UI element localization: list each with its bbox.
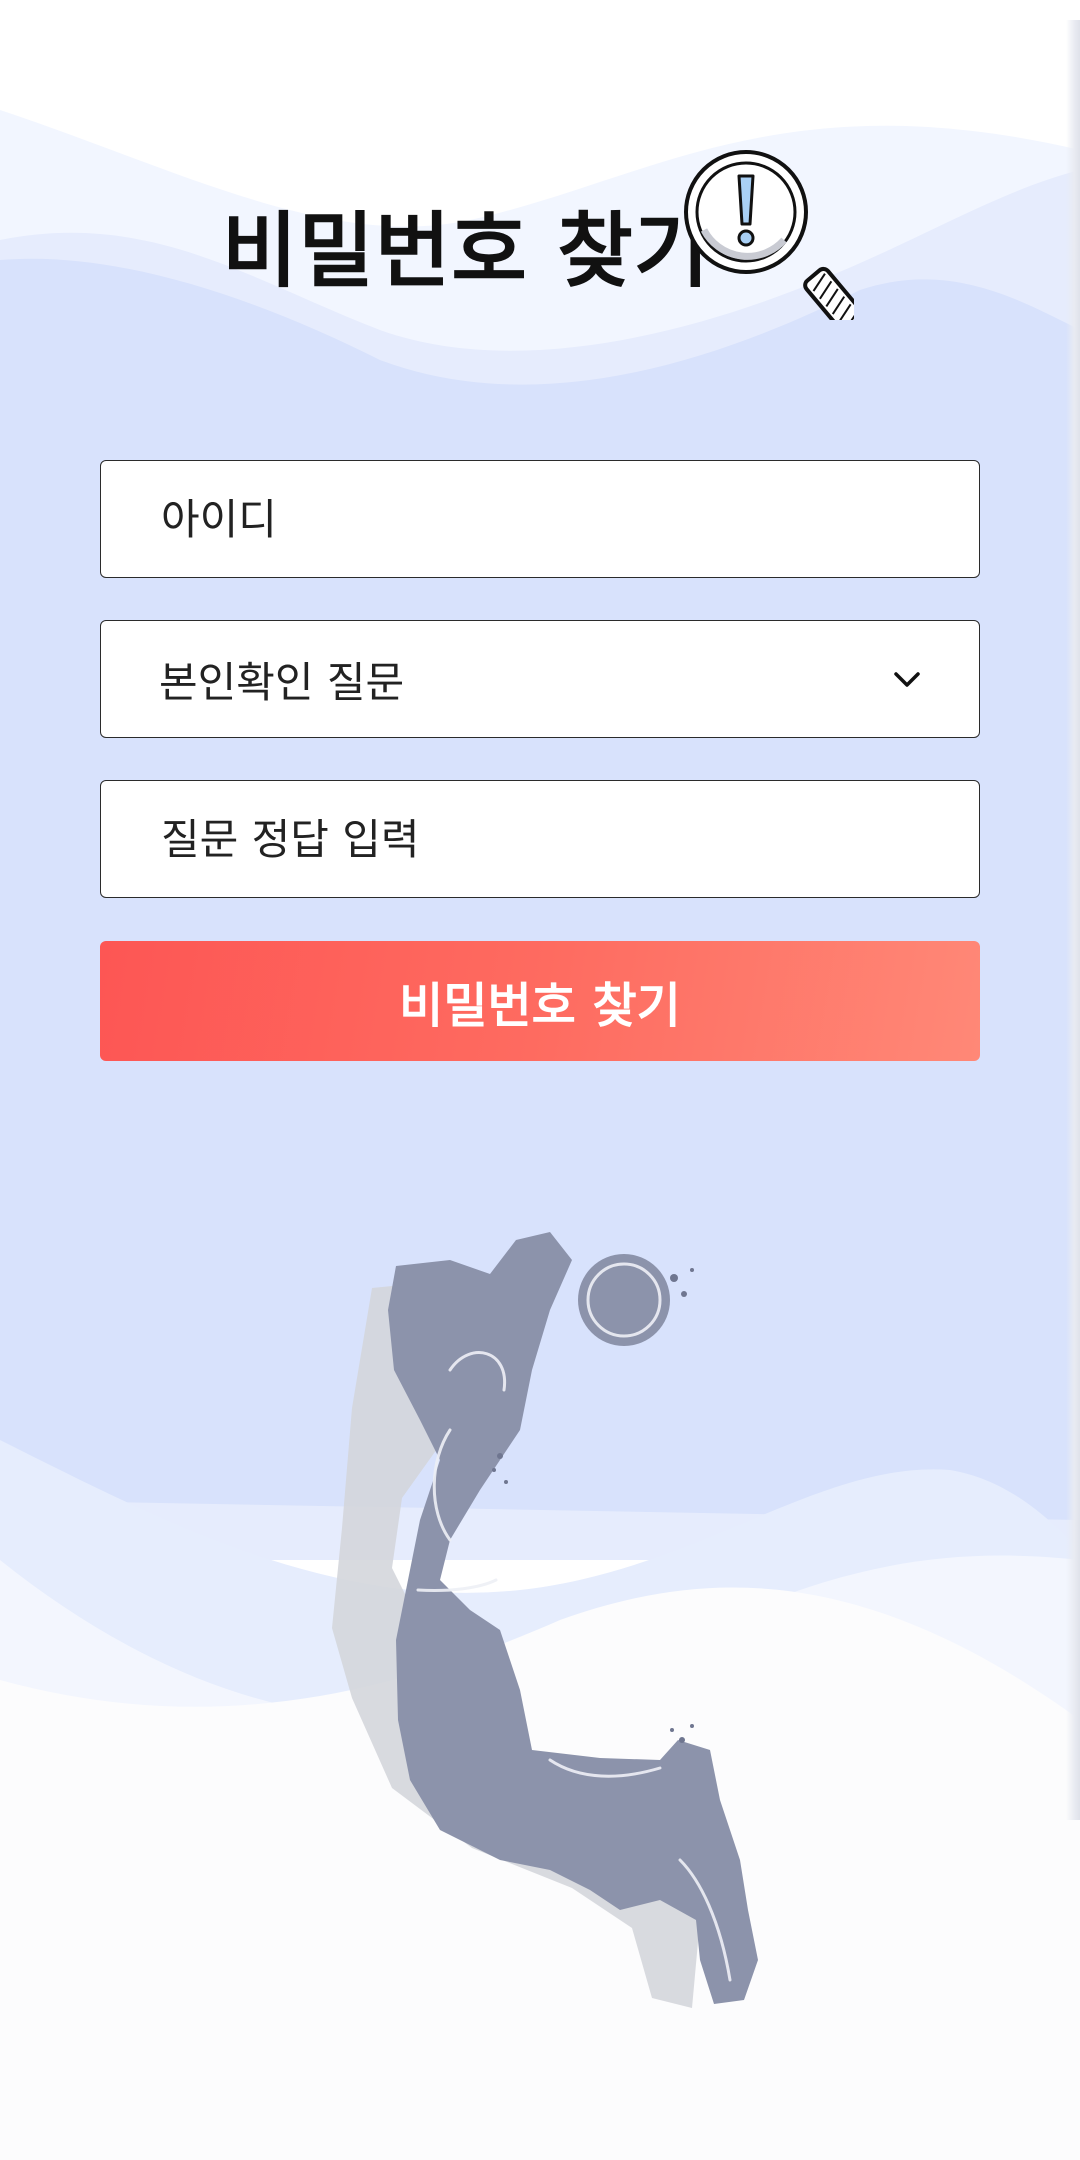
find-password-button[interactable]: 비밀번호 찾기	[100, 941, 980, 1061]
basketball-player-illustration	[332, 1232, 758, 2008]
answer-input[interactable]	[159, 813, 939, 865]
page-title: 비밀번호 찾기	[222, 204, 711, 299]
security-question-label: 본인확인 질문	[159, 657, 405, 707]
answer-field[interactable]	[100, 780, 980, 898]
scrollbar-edge	[1066, 20, 1080, 1820]
magnifier-exclamation-icon	[684, 150, 854, 320]
title-row: 비밀번호 찾기	[222, 150, 862, 320]
chevron-down-icon	[894, 672, 920, 687]
id-field[interactable]	[100, 460, 980, 578]
id-input[interactable]	[159, 493, 939, 545]
find-password-button-label: 비밀번호 찾기	[399, 978, 681, 1034]
security-question-select[interactable]: 본인확인 질문	[100, 620, 980, 738]
